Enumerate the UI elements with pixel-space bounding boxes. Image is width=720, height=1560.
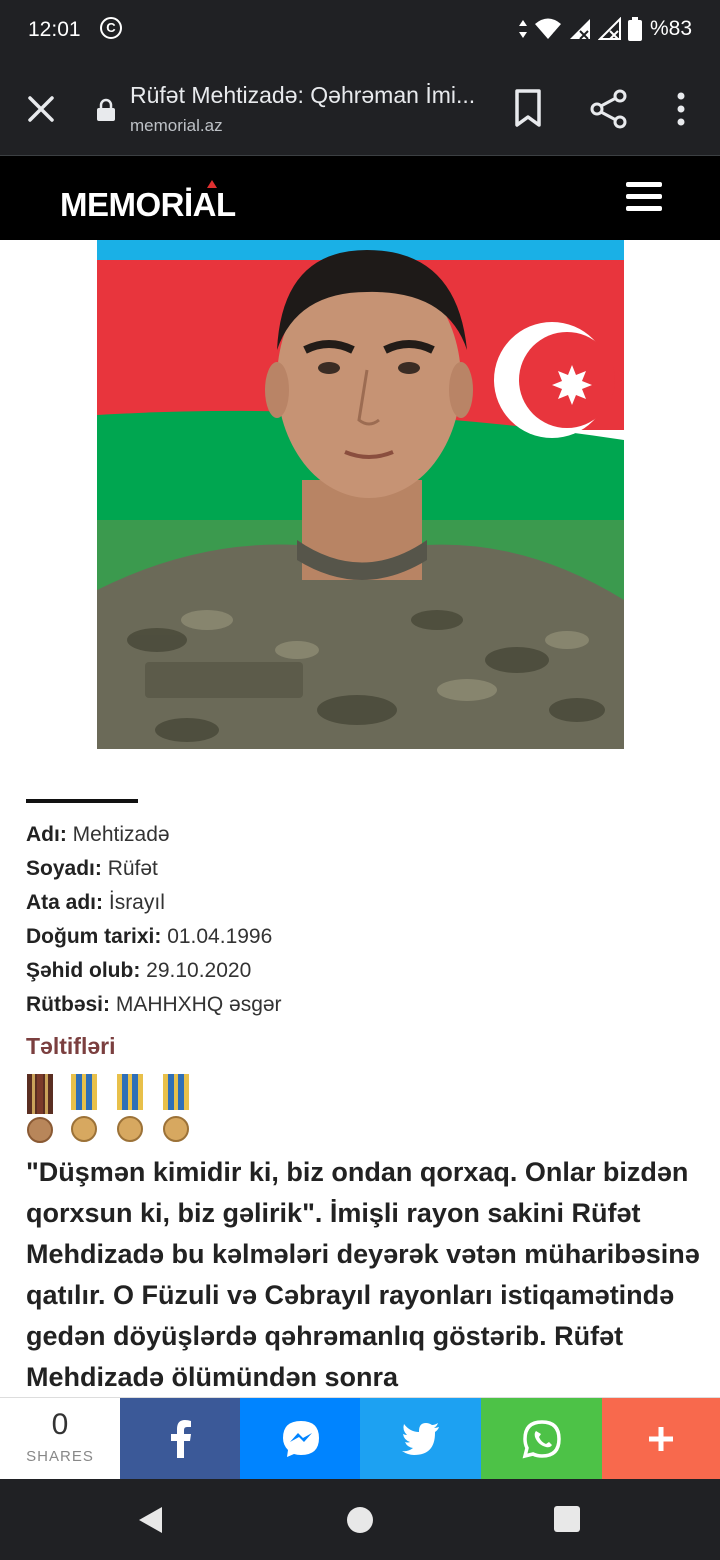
profile-info-list: Adı: Mehtizadə Soyadı: Rüfət Ata adı: İs… [26, 818, 706, 1022]
info-value: İsrayıl [108, 891, 165, 914]
bookmark-icon[interactable] [510, 88, 546, 128]
plus-icon [649, 1427, 673, 1451]
info-row-father-name: Ata adı: İsrayıl [26, 886, 706, 920]
page-title[interactable]: Rüfət Mehtizadə: Qəhrəman İmi... [130, 82, 490, 109]
status-icons: 4 %83 [518, 17, 692, 41]
facebook-icon [170, 1420, 191, 1458]
share-count-label: SHARES [26, 1448, 94, 1465]
twitter-share-button[interactable] [360, 1398, 481, 1480]
whatsapp-share-button[interactable] [481, 1398, 602, 1480]
info-value: 01.04.1996 [167, 925, 273, 948]
signal-icon [569, 19, 590, 40]
page-url[interactable]: memorial.az [130, 116, 223, 136]
share-bar: 0 SHARES [0, 1397, 720, 1480]
awards-title: Təltifləri [26, 1033, 116, 1059]
medal-icon-blue[interactable] [162, 1074, 190, 1144]
facebook-share-button[interactable] [120, 1398, 241, 1480]
section-divider [26, 799, 138, 803]
whatsapp-icon [522, 1420, 561, 1459]
medals-row [26, 1074, 206, 1144]
logo-accent-icon [207, 180, 217, 188]
site-logo[interactable]: MEMORİAL [60, 186, 236, 224]
medal-icon-brown[interactable] [26, 1074, 54, 1144]
medal-icon-blue[interactable] [116, 1074, 144, 1144]
messenger-icon [282, 1421, 319, 1457]
c-notification-icon: C [100, 17, 122, 39]
messenger-share-button[interactable] [240, 1398, 361, 1480]
info-label: Rütbəsi: [26, 993, 110, 1016]
info-row-death-date: Şəhid olub: 29.10.2020 [26, 954, 706, 988]
battery-percent: %83 [649, 17, 692, 40]
home-icon[interactable] [347, 1507, 373, 1533]
more-share-button[interactable] [602, 1398, 720, 1480]
signal-icon-2 [597, 17, 621, 40]
info-row-name: Adı: Mehtizadə [26, 818, 706, 852]
info-value: Rüfət [107, 857, 158, 880]
lock-icon [97, 98, 115, 121]
recent-apps-icon[interactable] [554, 1506, 580, 1532]
info-value: 29.10.2020 [146, 959, 252, 982]
info-value: MAHHXHQ əsgər [115, 993, 282, 1016]
info-row-rank: Rütbəsi: MAHHXHQ əsgər [26, 988, 706, 1022]
browser-toolbar: Rüfət Mehtizadə: Qəhrəman İmi... memoria… [0, 60, 720, 156]
data-arrows-icon [518, 20, 527, 38]
svg-text:4: 4 [551, 31, 557, 41]
info-label: Şəhid olub: [26, 959, 141, 982]
back-icon[interactable] [138, 1506, 164, 1534]
info-row-birth-date: Doğum tarixi: 01.04.1996 [26, 920, 706, 954]
info-label: Adı: [26, 823, 67, 846]
more-options-icon[interactable] [664, 88, 698, 130]
soldier-portrait-image [97, 240, 624, 749]
wifi-icon: 4 [534, 18, 561, 41]
share-icon[interactable] [588, 88, 630, 130]
status-time: 12:01 [28, 18, 81, 41]
twitter-icon [401, 1423, 439, 1455]
info-label: Doğum tarixi: [26, 925, 162, 948]
info-value: Mehtizadə [72, 823, 170, 846]
medal-icon-blue[interactable] [70, 1074, 98, 1144]
close-icon[interactable] [22, 90, 60, 128]
status-bar: 12:01 C 4 %83 [0, 0, 720, 60]
share-count-number: 0 [51, 1408, 69, 1441]
info-label: Soyadı: [26, 857, 102, 880]
info-row-surname: Soyadı: Rüfət [26, 852, 706, 886]
article-text: "Düşmən kimidir ki, biz ondan qorxaq. On… [26, 1157, 700, 1392]
hero-photo [97, 240, 624, 749]
battery-icon [627, 17, 642, 41]
info-label: Ata adı: [26, 891, 104, 914]
share-count: 0 SHARES [0, 1398, 120, 1480]
hamburger-menu-icon[interactable] [626, 182, 662, 212]
